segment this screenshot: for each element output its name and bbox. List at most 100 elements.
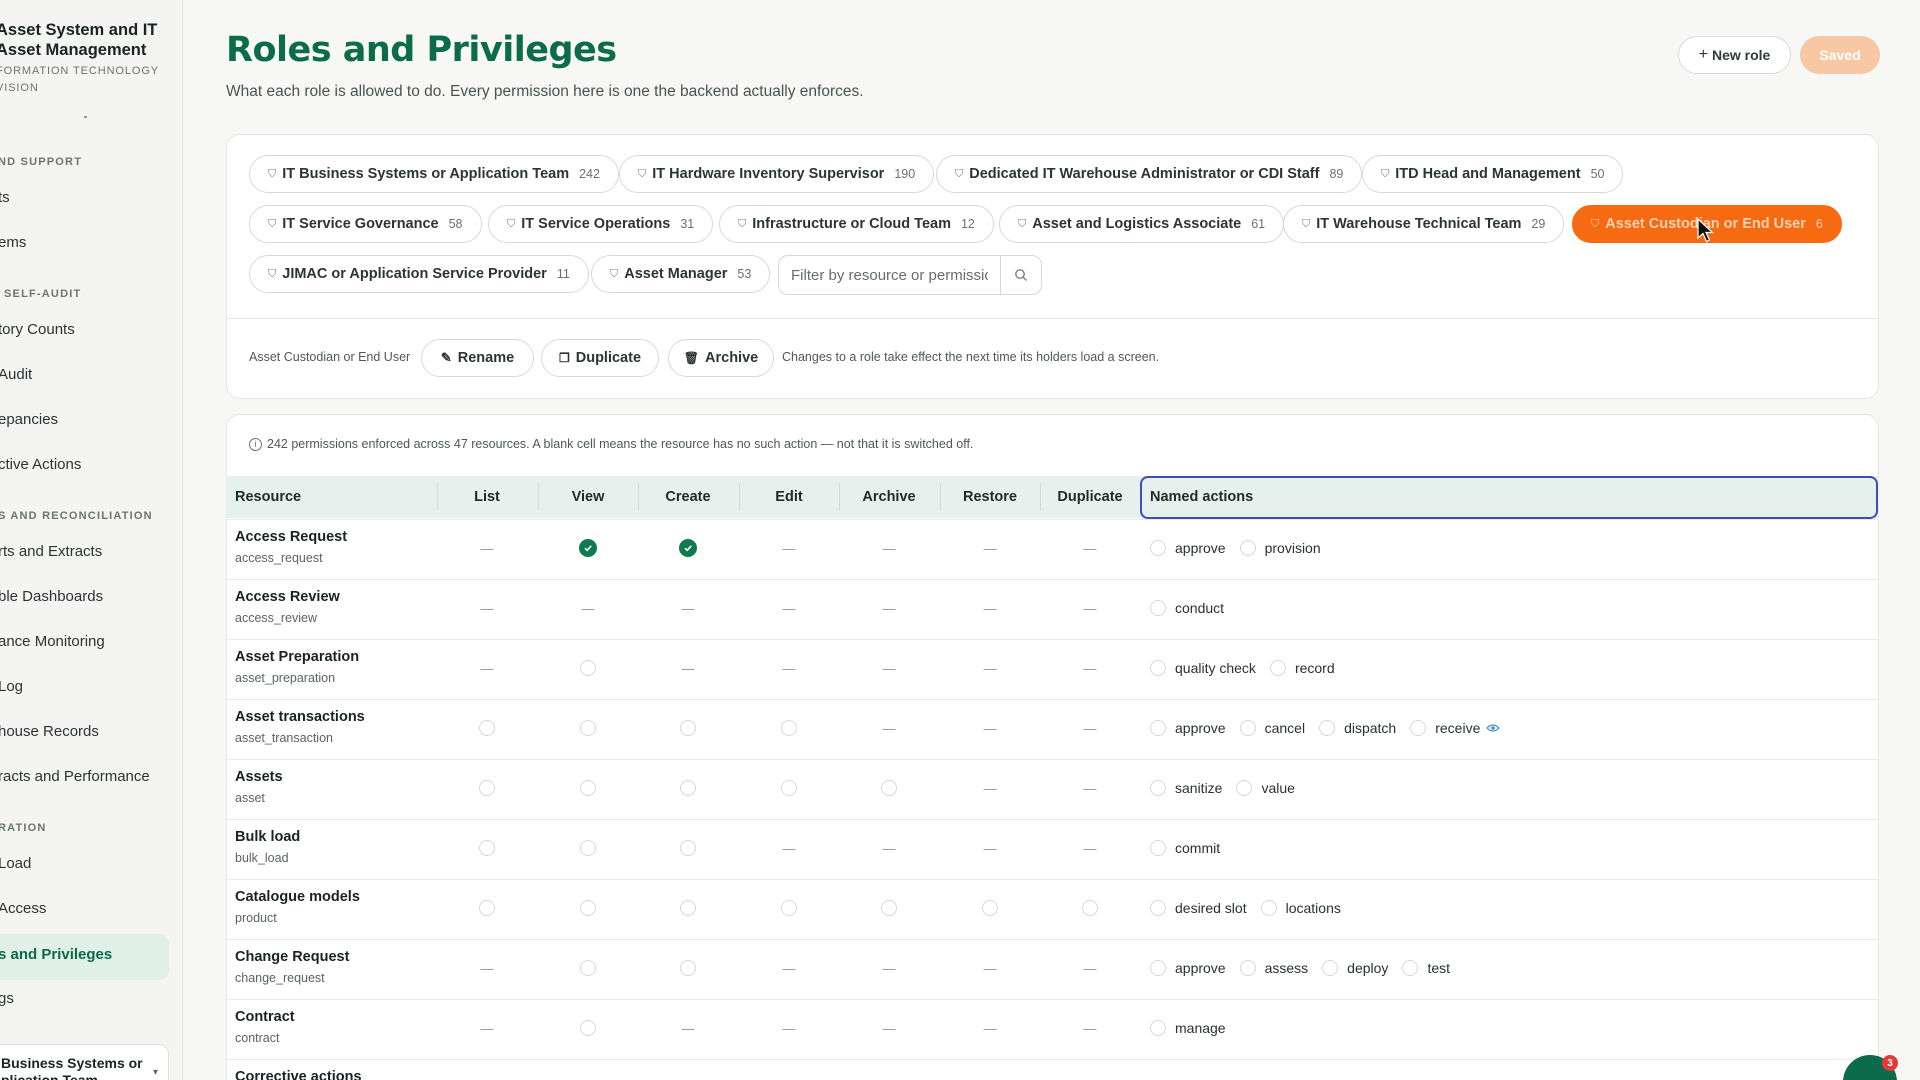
action-toggle[interactable] xyxy=(1150,900,1166,916)
permission-cell[interactable] xyxy=(839,898,939,918)
permission-toggle[interactable] xyxy=(680,900,696,916)
named-action[interactable]: record xyxy=(1269,660,1335,676)
permission-toggle[interactable] xyxy=(479,780,495,796)
permission-toggle[interactable] xyxy=(1082,900,1098,916)
role-chip[interactable]: ⛉ IT Service Governance 58 xyxy=(249,205,482,243)
named-action[interactable]: desired slot xyxy=(1150,900,1247,916)
permission-toggle[interactable] xyxy=(881,900,897,916)
action-toggle[interactable] xyxy=(1150,840,1166,856)
permission-cell[interactable] xyxy=(739,718,839,738)
eye-icon[interactable] xyxy=(1486,721,1501,736)
permission-cell[interactable] xyxy=(437,838,537,858)
permission-toggle[interactable] xyxy=(580,960,596,976)
permission-cell[interactable] xyxy=(538,898,638,918)
sidebar-item[interactable]: Load xyxy=(0,855,31,872)
permission-cell[interactable] xyxy=(739,898,839,918)
sidebar-item[interactable]: racts and Performance xyxy=(0,768,150,785)
new-role-button[interactable]: + New role xyxy=(1678,36,1791,74)
named-action[interactable]: approve xyxy=(1150,720,1226,736)
action-toggle[interactable] xyxy=(1239,720,1256,736)
named-action[interactable]: sanitize xyxy=(1150,780,1222,796)
permission-cell[interactable] xyxy=(839,778,939,798)
permission-toggle[interactable] xyxy=(479,840,495,856)
brand[interactable]: Asset System and IT Asset Management FOR… xyxy=(0,20,182,97)
action-toggle[interactable] xyxy=(1150,960,1166,976)
permission-toggle[interactable] xyxy=(680,780,696,796)
permission-toggle[interactable] xyxy=(580,720,596,736)
permission-cell[interactable] xyxy=(538,1018,638,1038)
sidebar-item[interactable]: epancies xyxy=(0,411,58,428)
named-action[interactable]: provision xyxy=(1239,540,1321,556)
sidebar-item[interactable]: Access xyxy=(0,900,46,917)
checked-icon[interactable] xyxy=(679,539,697,557)
named-action[interactable]: approve xyxy=(1150,540,1226,556)
action-toggle[interactable] xyxy=(1410,720,1427,736)
permission-toggle[interactable] xyxy=(580,660,596,676)
permission-cell[interactable] xyxy=(638,958,738,978)
named-action[interactable]: test xyxy=(1402,960,1450,976)
sidebar-item[interactable]: ctive Actions xyxy=(0,456,81,473)
sidebar-item[interactable]: tory Counts xyxy=(0,321,75,338)
permission-cell[interactable] xyxy=(437,778,537,798)
named-action[interactable]: value xyxy=(1236,780,1295,796)
role-chip[interactable]: ⛉ JIMAC or Application Service Provider … xyxy=(249,255,589,293)
permission-cell[interactable] xyxy=(1040,898,1140,918)
permission-cell[interactable] xyxy=(538,658,638,678)
named-action[interactable]: quality check xyxy=(1150,660,1256,676)
current-role-switcher[interactable]: Business Systems or plication Team ▾ xyxy=(0,1044,169,1080)
permission-toggle[interactable] xyxy=(781,720,797,736)
permission-toggle[interactable] xyxy=(881,780,897,796)
permission-toggle[interactable] xyxy=(580,780,596,796)
rename-button[interactable]: ✎ Rename xyxy=(421,339,534,377)
named-action[interactable]: conduct xyxy=(1150,600,1224,616)
permission-cell[interactable] xyxy=(638,718,738,738)
action-toggle[interactable] xyxy=(1150,720,1166,736)
permission-cell[interactable] xyxy=(638,538,738,558)
sidebar-item[interactable]: ance Monitoring xyxy=(0,633,105,650)
action-toggle[interactable] xyxy=(1150,660,1166,676)
permission-cell[interactable] xyxy=(538,838,638,858)
permission-cell[interactable] xyxy=(638,778,738,798)
permission-cell[interactable] xyxy=(739,778,839,798)
sidebar-item[interactable]: Audit xyxy=(0,366,32,383)
role-chip[interactable]: ⛉ ITD Head and Management 50 xyxy=(1362,155,1624,193)
named-action[interactable]: assess xyxy=(1239,960,1308,976)
role-chip[interactable]: ⛉ IT Service Operations 31 xyxy=(488,205,714,243)
named-action[interactable]: manage xyxy=(1150,1020,1226,1036)
archive-button[interactable]: 🗑 Archive xyxy=(668,339,774,377)
action-toggle[interactable] xyxy=(1150,540,1166,556)
permission-toggle[interactable] xyxy=(479,720,495,736)
permission-toggle[interactable] xyxy=(781,900,797,916)
permission-toggle[interactable] xyxy=(781,780,797,796)
permission-cell[interactable] xyxy=(638,838,738,858)
role-chip[interactable]: ⛉ IT Warehouse Technical Team 29 xyxy=(1283,205,1565,243)
action-toggle[interactable] xyxy=(1150,600,1166,616)
action-toggle[interactable] xyxy=(1239,540,1256,556)
named-action[interactable]: commit xyxy=(1150,840,1220,856)
duplicate-button[interactable]: ❐ Duplicate xyxy=(541,339,659,377)
named-action[interactable]: dispatch xyxy=(1319,720,1396,736)
action-toggle[interactable] xyxy=(1322,960,1339,976)
sidebar-item[interactable]: gs xyxy=(0,990,14,1007)
action-toggle[interactable] xyxy=(1402,960,1419,976)
named-action[interactable]: deploy xyxy=(1322,960,1388,976)
permission-toggle[interactable] xyxy=(580,900,596,916)
action-toggle[interactable] xyxy=(1239,960,1256,976)
role-chip[interactable]: ⛉ Asset Manager 53 xyxy=(591,255,771,293)
role-chip[interactable]: ⛉ Asset and Logistics Associate 61 xyxy=(999,205,1285,243)
action-toggle[interactable] xyxy=(1236,780,1253,796)
action-toggle[interactable] xyxy=(1150,1020,1166,1036)
checked-icon[interactable] xyxy=(579,539,597,557)
permission-cell[interactable] xyxy=(538,718,638,738)
permission-toggle[interactable] xyxy=(680,840,696,856)
saved-button[interactable]: Saved xyxy=(1800,36,1880,74)
permission-cell[interactable] xyxy=(437,898,537,918)
sidebar-item[interactable]: ble Dashboards xyxy=(0,588,103,605)
search-button[interactable] xyxy=(1001,256,1041,294)
sidebar-item[interactable]: ems xyxy=(0,234,26,251)
permission-cell[interactable] xyxy=(940,898,1040,918)
sidebar-item[interactable]: ts xyxy=(0,189,10,206)
named-action[interactable]: approve xyxy=(1150,960,1226,976)
named-action[interactable]: receive xyxy=(1410,720,1501,736)
permission-cell[interactable] xyxy=(538,538,638,558)
